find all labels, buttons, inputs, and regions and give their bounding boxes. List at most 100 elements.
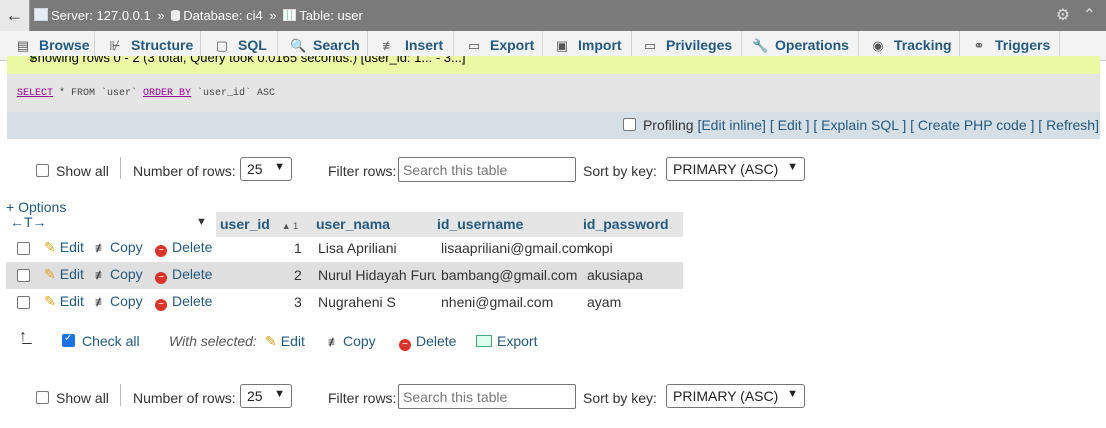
divider [120, 157, 121, 179]
sort-value: PRIMARY (ASC) [673, 388, 779, 404]
cell-id-password: akusiapa [587, 267, 644, 283]
delete-icon: − [399, 339, 411, 351]
tab-label: Privileges [666, 37, 733, 53]
cell-user-id: 1 [294, 240, 302, 256]
with-selected-label: With selected: [169, 333, 257, 349]
filter-rows-input[interactable]: Search this table [398, 384, 576, 409]
tab-label: Structure [131, 37, 194, 53]
row-delete-link[interactable]: − Delete [155, 293, 212, 311]
sort-by-key-select[interactable]: PRIMARY (ASC) ▼ [666, 157, 805, 181]
cell-user-id: 3 [294, 294, 302, 310]
sql-query-text: SELECT * FROM `user` ORDER BY `user_id` … [17, 88, 275, 99]
top-navigation: Show all Number of rows: 25 ▼ Filter rows… [36, 157, 936, 185]
sql-part: `user_id` ASC [191, 88, 276, 99]
column-name: user_id [220, 216, 270, 232]
bulk-edit-button[interactable]: ✎ Edit [265, 333, 305, 350]
column-header-id-username[interactable]: id_username [433, 212, 579, 237]
bulk-copy-button[interactable]: ≢ Copy [328, 333, 376, 349]
pencil-icon: ✎ [44, 239, 56, 255]
cell-user-nama: Nurul Hidayah Furu [318, 267, 436, 283]
breadcrumb-server[interactable]: Server: 127.0.0.1 [51, 8, 151, 23]
topbar-icons: ⚙ ⌃ [1056, 0, 1096, 31]
edit-inline-link[interactable]: [Edit inline] [697, 117, 765, 133]
bulk-actions: ↑̲̲ Check all With selected: ✎Edit ≢Copy… [16, 328, 716, 354]
sort-by-key-select[interactable]: PRIMARY (ASC) ▼ [666, 384, 805, 408]
cell-id-username: lisaapriliani@gmail.com [441, 240, 589, 256]
sort-indicator: ▲ 1 [281, 221, 299, 231]
bottom-navigation: Show all Number of rows: 25 ▼ Filter rows… [36, 384, 936, 412]
profiling-checkbox[interactable] [622, 118, 636, 131]
row-copy-link[interactable]: ≢ Copy [95, 239, 143, 255]
column-header-user-id[interactable]: user_id ▲ 1 [216, 212, 312, 237]
copy-icon: ≢ [95, 295, 107, 309]
back-arrow-button[interactable]: ← [0, 0, 30, 31]
row-edit-link[interactable]: ✎ Edit [44, 293, 84, 310]
export-icon [476, 335, 492, 347]
column-header-user-nama[interactable]: user_nama [312, 212, 433, 237]
pencil-icon: ✎ [44, 293, 56, 309]
check-all-label: Check all [82, 333, 140, 349]
explain-sql-link[interactable]: [ Explain SQL ] [813, 117, 906, 133]
collapse-icon[interactable]: ⌃ [1083, 7, 1096, 24]
database-icon [171, 10, 181, 21]
rows-select[interactable]: 25 ▼ [240, 384, 292, 408]
filter-rows-input[interactable]: Search this table [398, 157, 576, 182]
sort-by-key-label: Sort by key: [583, 390, 657, 406]
breadcrumb-database[interactable]: Database: ci4 [183, 8, 263, 23]
row-edit-link[interactable]: ✎ Edit [44, 266, 84, 283]
pencil-icon: ✎ [265, 333, 277, 349]
divider [120, 384, 121, 406]
cell-id-username: bambang@gmail.com [441, 267, 578, 283]
row-delete-link[interactable]: − Delete [155, 266, 212, 284]
tab-label: Browse [39, 37, 90, 53]
row-delete-link[interactable]: − Delete [155, 239, 212, 257]
delete-icon: − [155, 272, 167, 284]
bulk-export-button[interactable]: Export [476, 333, 537, 349]
show-all-checkbox[interactable] [36, 164, 49, 177]
sql-keyword-order[interactable]: ORDER BY [143, 88, 191, 99]
table-row: ✎ Edit ≢ Copy − Delete 3 Nugraheni S nheni@… [6, 289, 683, 316]
cell-user-nama: Nugraheni S [318, 294, 396, 310]
profiling-links: Profiling [Edit inline] [ Edit ] [ Expla… [622, 117, 1099, 133]
breadcrumb-separator: » [269, 8, 277, 23]
check-all-checkbox[interactable] [62, 333, 75, 347]
row-checkbox[interactable] [17, 269, 30, 282]
number-of-rows-label: Number of rows: [133, 163, 236, 179]
tab-label: Export [490, 37, 535, 53]
show-all-toggle[interactable]: Show all [36, 163, 109, 179]
bulk-delete-button[interactable]: − Delete [399, 333, 456, 351]
row-copy-link[interactable]: ≢ Copy [95, 293, 143, 309]
create-php-code-link[interactable]: [ Create PHP code ] [910, 117, 1034, 133]
tab-label: SQL [238, 37, 267, 53]
show-all-label: Show all [56, 163, 109, 179]
breadcrumb-table[interactable]: Table: user [299, 8, 363, 23]
refresh-link[interactable]: [ Refresh] [1038, 117, 1099, 133]
chevron-down-icon: ▼ [787, 161, 798, 173]
table-row: ✎ Edit ≢ Copy − Delete 1 Lisa Apriliani lis… [6, 235, 683, 262]
delete-icon: − [155, 299, 167, 311]
sql-keyword-select[interactable]: SELECT [17, 88, 53, 99]
copy-icon: ≢ [328, 335, 340, 349]
gear-icon[interactable]: ⚙ [1056, 7, 1070, 24]
show-all-checkbox[interactable] [36, 391, 49, 404]
row-edit-link[interactable]: ✎ Edit [44, 239, 84, 256]
tab-label: Operations [775, 37, 849, 53]
copy-icon: ≢ [95, 268, 107, 282]
table-row: ✎ Edit ≢ Copy − Delete 2 Nurul Hidayah Furu… [6, 262, 683, 289]
row-checkbox[interactable] [17, 296, 30, 309]
tab-label: Insert [405, 37, 444, 53]
show-all-toggle[interactable]: Show all [36, 390, 109, 406]
rows-select[interactable]: 25 ▼ [240, 157, 292, 181]
cell-id-password: ayam [587, 294, 622, 310]
show-all-label: Show all [56, 390, 109, 406]
dropdown-arrow-icon[interactable]: ▼ [196, 216, 207, 228]
row-checkbox[interactable] [17, 242, 30, 255]
options-link[interactable]: + Options [6, 199, 66, 215]
row-copy-link[interactable]: ≢ Copy [95, 266, 143, 282]
delete-icon: − [155, 245, 167, 257]
column-header-id-password[interactable]: id_password [579, 212, 683, 237]
check-all-toggle[interactable]: Check all [62, 333, 140, 349]
filter-rows-label: Filter rows: [328, 390, 397, 406]
column-arrows-icon[interactable]: ←T→ [10, 214, 47, 230]
edit-link[interactable]: [ Edit ] [770, 117, 810, 133]
